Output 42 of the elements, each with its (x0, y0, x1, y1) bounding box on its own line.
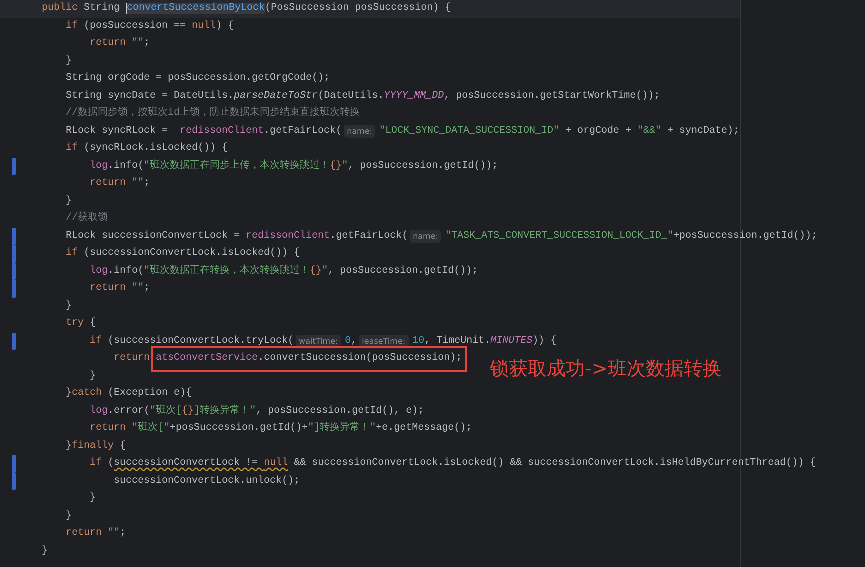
code-text: return ""; (65, 526, 126, 541)
inlay-hint: name: (410, 230, 442, 243)
code-text: 0, (345, 334, 358, 348)
code-text: "TASK_ATS_CONVERT_SUCCESSION_LOCK_ID_"+posSuccession.getId()); (445, 230, 818, 244)
inlay-hint: name: (344, 124, 376, 138)
code-text: } (65, 54, 72, 68)
code-text: RLock successionConvertLock = redissonClient.getFairLock( (65, 230, 408, 244)
code-text: return ""; (89, 36, 150, 51)
code-text: 10, TimeUnit.MINUTES)) { (412, 334, 557, 348)
code-text: public String convertSuccessionByLock(PosSuccession posSuccession) { (41, 2, 452, 16)
code-text: return ""; (89, 282, 150, 296)
code-text: if (successionConvertLock.tryLock( (89, 334, 294, 348)
code-text: }finally { (65, 440, 126, 454)
code-text: try { (65, 316, 96, 331)
code-text: log.error("班次[{}]转换异常！", posSuccession.getId(), e); (89, 404, 424, 418)
code-text: log.info("班次数据正在转换，本次转换跳过！{}", posSuccession.getId()); (89, 264, 478, 278)
code-text: if (syncRLock.isLocked()) { (65, 142, 228, 156)
inlay-hint: waitTime: (296, 334, 342, 348)
code-text: } (65, 510, 72, 524)
code-text: successionConvertLock.unlock(); (113, 474, 300, 488)
code-text: if (successionConvertLock.isLocked()) { (65, 246, 300, 261)
code-text: } (41, 544, 48, 558)
code-text: return ""; (89, 176, 150, 191)
code-text: String syncDate = DateUtils.parseDateToStr(DateUtils.YYYY_MM_DD, posSuccession.getStartWorkTime()); (65, 90, 660, 104)
code-text: } (89, 370, 96, 384)
code-text: //获取锁 (65, 210, 108, 226)
inlay-hint: leaseTime: (359, 334, 409, 348)
annotation-text: 锁获取成功->班次数据转换 (490, 357, 722, 382)
code-text: atsConvertService.convertSuccession(posSuccession); (151, 346, 468, 372)
code-text: } (65, 300, 72, 314)
code-text: if (successionConvertLock != null && successionConvertLock.isLocked() && successionConvertLock.isHeldByCurrentThread()) { (89, 456, 816, 471)
code-text: //数据同步锁，按班次id上锁，防止数据未同步结束直接班次转换 (65, 106, 360, 121)
code-text: RLock syncRLock = redissonClient.getFairLock( (65, 124, 342, 138)
code-text: return "班次["+posSuccession.getId()+"]转换异常！"+e.getMessage(); (89, 420, 472, 436)
code-text: }catch (Exception e){ (65, 386, 192, 401)
code-text: log.info("班次数据正在同步上传，本次转换跳过！{}", posSuccession.getId()); (89, 158, 498, 174)
code-text: } (65, 194, 72, 208)
code-text: return (113, 352, 150, 366)
code-text: String orgCode = posSuccession.getOrgCode(); (65, 72, 330, 86)
code-text: } (89, 492, 96, 506)
code-text: "LOCK_SYNC_DATA_SUCCESSION_ID" + orgCode + "&&" + syncDate); (379, 124, 740, 138)
code-text: if (posSuccession == null) { (65, 20, 234, 34)
